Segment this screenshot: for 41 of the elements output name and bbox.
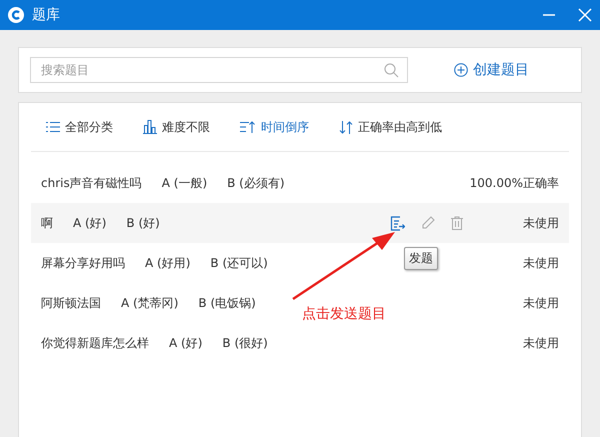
filter-tab[interactable]: 全部分类 <box>46 116 113 138</box>
option-text: B (还可以) <box>210 254 268 272</box>
filter-tab[interactable]: 正确率由高到低 <box>339 116 442 138</box>
status-text: 100.00%正确率 <box>470 174 559 192</box>
option-text: B (电饭锅) <box>198 294 256 312</box>
question-text: 屏幕分享好用吗 <box>41 254 125 272</box>
option-text: A (好用) <box>145 254 190 272</box>
option-text: A (好) <box>73 214 106 232</box>
search-box[interactable]: 搜索题目 <box>30 57 408 83</box>
sort-icon <box>240 121 256 133</box>
filter-tab[interactable]: 时间倒序 <box>240 116 309 138</box>
option-text: A (梵蒂冈) <box>121 294 178 312</box>
question-text: 阿斯顿法国 <box>41 294 101 312</box>
send-question-button[interactable] <box>390 216 405 230</box>
question-text: 你觉得新题库怎么样 <box>41 334 149 352</box>
question-text: chris声音有磁性吗 <box>41 174 142 192</box>
bar-chart-icon <box>143 120 157 134</box>
close-icon <box>578 8 592 22</box>
search-icon <box>384 62 399 78</box>
annotation-text: 点击发送题目 <box>302 305 386 323</box>
app-logo-icon <box>8 7 24 23</box>
filter-tab[interactable]: 难度不限 <box>143 116 210 138</box>
highlighted-row[interactable]: 啊 A (好) B (好) 未使用 <box>31 203 569 243</box>
status-text: 未使用 <box>523 254 559 272</box>
plus-circle-icon <box>454 63 468 77</box>
list-icon <box>46 121 60 133</box>
create-question-button[interactable]: 创建题目 <box>454 59 529 81</box>
option-text: B (很好) <box>222 334 268 352</box>
option-text: B (必须有) <box>227 174 285 192</box>
window-title: 题库 <box>32 6 61 24</box>
status-text: 未使用 <box>523 214 559 232</box>
option-text: A (一般) <box>162 174 208 192</box>
option-text: A (好) <box>169 334 202 352</box>
search-field[interactable]: 搜索题目 <box>39 62 384 78</box>
close-button[interactable] <box>578 8 592 22</box>
tooltip: 发题 <box>404 247 438 270</box>
sort-icon <box>339 120 353 134</box>
status-text: 未使用 <box>523 294 559 312</box>
status-text: 未使用 <box>523 334 559 352</box>
option-text: B (好) <box>126 214 160 232</box>
question-text: 啊 <box>41 214 53 232</box>
